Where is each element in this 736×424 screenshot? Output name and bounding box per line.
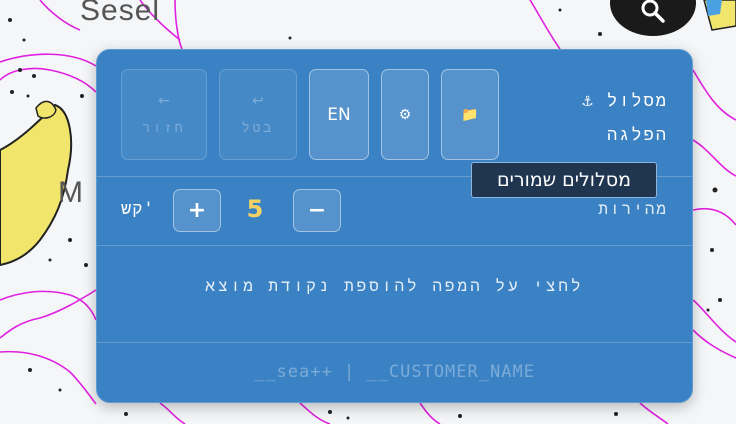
language-button[interactable]: EN (309, 69, 369, 160)
island-land-small (35, 100, 57, 119)
folder-icon: 📁 (461, 106, 479, 123)
back-button-label: חזור (142, 121, 186, 136)
saved-routes-button[interactable]: 📁 (441, 69, 499, 160)
island-land-right-2 (706, 0, 722, 16)
speed-increase-button[interactable]: + (173, 189, 221, 232)
panel-title-line1: מסלול (606, 91, 668, 111)
footer-branding: __sea++ | __CUSTOMER_NAME (254, 362, 535, 382)
map-place-label: Sesel (80, 0, 161, 27)
undo-icon: ↩ (252, 93, 264, 109)
route-planner-panel: ← חזור ↩ בטל EN ⚙ 📁 מסלול ⚓ הפלגה מהירות… (96, 49, 693, 403)
panel-title: מסלול ⚓ הפלגה (582, 84, 668, 152)
panel-title-line2: הפלגה (606, 125, 668, 145)
settings-button[interactable]: ⚙ (381, 69, 429, 160)
gear-icon: ⚙ (398, 106, 412, 123)
speed-value: 5 (246, 195, 264, 223)
speed-decrease-button[interactable]: − (293, 189, 341, 232)
map-place-label-partial: M (58, 176, 83, 209)
minus-icon: − (307, 198, 327, 223)
back-button[interactable]: ← חזור (121, 69, 207, 160)
undo-button[interactable]: ↩ בטל (219, 69, 297, 160)
saved-routes-tooltip: מסלולים שמורים (471, 162, 657, 198)
speed-label: מהירות (598, 199, 668, 218)
anchor-icon: ⚓ (582, 91, 595, 111)
plus-icon: + (187, 198, 207, 223)
instruction-hint: לחצי על המפה להוספת נקודת מוצא (205, 276, 584, 295)
speed-unit: קש' (121, 199, 155, 219)
divider (97, 342, 692, 343)
back-arrow-icon: ← (158, 93, 170, 109)
search-icon (641, 0, 665, 23)
undo-button-label: בטל (241, 121, 275, 136)
divider (97, 245, 692, 246)
